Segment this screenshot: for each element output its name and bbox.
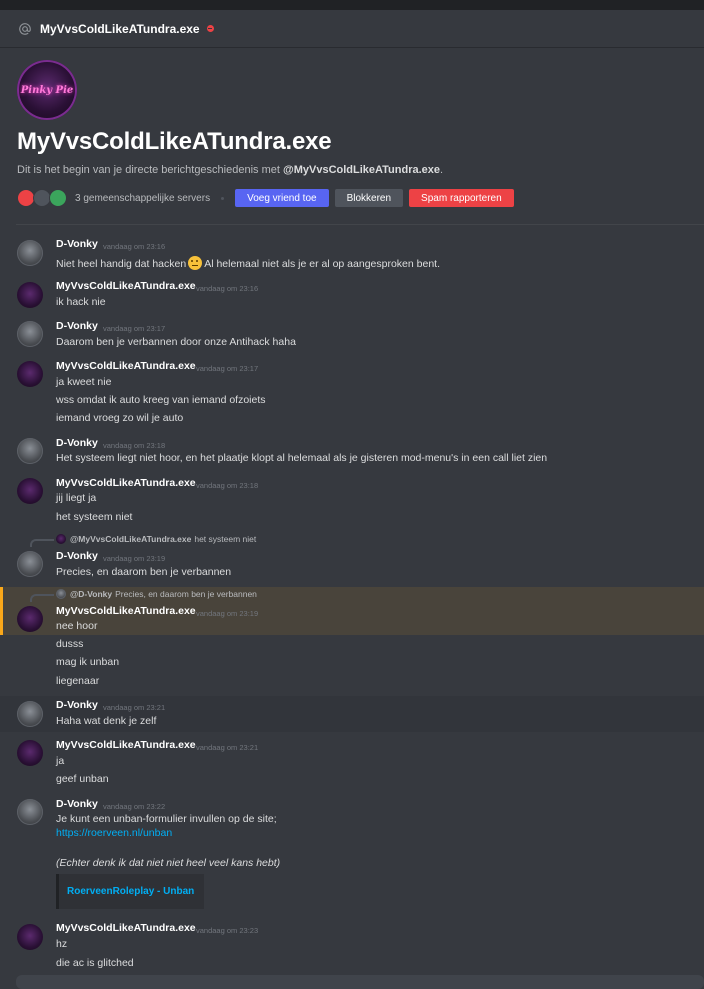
message-author[interactable]: MyVvsColdLikeATundra.exe (56, 739, 196, 751)
message-text: Haha wat denk je zelf (56, 715, 157, 727)
message-timestamp: vandaag om 23:21 (196, 743, 259, 752)
message-timestamp: vandaag om 23:17 (196, 364, 259, 373)
avatar[interactable] (17, 321, 43, 347)
message-text: Het systeem liegt niet hoor, en het plaa… (56, 452, 548, 464)
intro-divider (16, 224, 704, 225)
intro-username: MyVvsColdLikeATundra.exe (17, 128, 332, 155)
dm-intro: Pinky Pie MyVvsColdLikeATundra.exe Dit i… (17, 60, 697, 207)
message-text: mag ik unban (56, 656, 120, 668)
message-timestamp: vandaag om 23:17 (103, 324, 166, 333)
unban-link[interactable]: https://roerveen.nl/unban (56, 827, 172, 839)
message-author[interactable]: MyVvsColdLikeATundra.exe (56, 477, 196, 489)
message-author[interactable]: MyVvsColdLikeATundra.exe (56, 280, 196, 292)
message-text: dusss (56, 638, 84, 650)
message-timestamp: vandaag om 23:18 (103, 441, 166, 450)
avatar[interactable] (17, 701, 43, 727)
message-author[interactable]: MyVvsColdLikeATundra.exe (56, 605, 196, 617)
message-author[interactable]: MyVvsColdLikeATundra.exe (56, 922, 196, 934)
message-text: ja (56, 755, 65, 767)
avatar[interactable] (17, 551, 43, 577)
message-text: geef unban (56, 773, 109, 785)
intro-actions: 3 gemeenschappelijke servers Voeg vriend… (17, 189, 697, 207)
avatar[interactable] (17, 282, 43, 308)
message-text: Al helemaal niet als je er al op aangesp… (204, 258, 441, 270)
message-text: iemand vroeg zo wil je auto (56, 412, 184, 424)
message-text: Daarom ben je verbannen door onze Antiha… (56, 336, 296, 348)
message-author[interactable]: D-Vonky (56, 320, 98, 332)
message-author[interactable]: D-Vonky (56, 238, 98, 250)
mutual-server-icons[interactable] (17, 189, 67, 207)
message-author[interactable]: D-Vonky (56, 699, 98, 711)
message-timestamp: vandaag om 23:22 (103, 802, 166, 811)
message-text: Je kunt een unban-formulier invullen op … (56, 813, 277, 825)
at-icon (18, 22, 32, 36)
message-timestamp: vandaag om 23:19 (196, 609, 259, 618)
embed-title[interactable]: RoerveenRoleplay - Unban (67, 886, 194, 897)
dnd-status-icon (206, 25, 214, 32)
message-timestamp: vandaag om 23:23 (196, 926, 259, 935)
message-timestamp: vandaag om 23:21 (103, 703, 166, 712)
message-text: (Echter denk ik dat niet niet heel veel … (56, 857, 281, 869)
message-text: Niet heel handig dat hacken (56, 258, 187, 270)
window-top-strip (0, 0, 704, 10)
separator-dot (221, 196, 225, 200)
message-timestamp: vandaag om 23:16 (103, 242, 166, 251)
message-content: Niet heel handig dat hacken Al helemaal n… (56, 256, 440, 270)
avatar[interactable] (17, 438, 43, 464)
message-text: het systeem niet (56, 511, 133, 523)
message-text: die ac is glitched (56, 957, 134, 969)
message-text: ik hack nie (56, 296, 106, 308)
message-text: wss omdat ik auto kreeg van iemand ofzoi… (56, 394, 266, 406)
message-text: jij liegt ja (56, 492, 97, 504)
message-composer[interactable] (16, 975, 704, 989)
avatar[interactable] (17, 740, 43, 766)
mutual-servers-link[interactable]: 3 gemeenschappelijke servers (75, 193, 210, 204)
reply-text: Precies, en daarom ben je verbannen (115, 589, 257, 599)
add-friend-button[interactable]: Voeg vriend toe (235, 189, 329, 207)
message-text: nee hoor (56, 620, 98, 632)
reply-spine (30, 539, 54, 547)
reply-spine (30, 594, 54, 602)
server-icon[interactable] (49, 189, 67, 207)
message-author[interactable]: MyVvsColdLikeATundra.exe (56, 360, 196, 372)
confused-emoji-icon (188, 256, 203, 270)
message-text: ja kweet nie (56, 376, 112, 388)
message-author[interactable]: D-Vonky (56, 550, 98, 562)
reply-avatar (56, 589, 66, 599)
avatar[interactable] (17, 240, 43, 266)
reply-preview[interactable]: @MyVvsColdLikeATundra.exe het systeem ni… (56, 534, 256, 544)
reply-preview[interactable]: @D-Vonky Precies, en daarom ben je verba… (56, 589, 257, 599)
message-text: hz (56, 938, 68, 950)
avatar[interactable] (17, 799, 43, 825)
header-title[interactable]: MyVvsColdLikeATundra.exe (40, 22, 200, 36)
message-timestamp: vandaag om 23:16 (196, 284, 259, 293)
message-text: Precies, en daarom ben je verbannen (56, 566, 232, 578)
reply-author[interactable]: @D-Vonky (70, 589, 112, 599)
message-author[interactable]: D-Vonky (56, 798, 98, 810)
message-timestamp: vandaag om 23:19 (103, 554, 166, 563)
avatar[interactable] (17, 361, 43, 387)
intro-desc-user: @MyVvsColdLikeATundra.exe (282, 164, 441, 176)
reply-author[interactable]: @MyVvsColdLikeATundra.exe (70, 534, 191, 544)
avatar[interactable] (17, 606, 43, 632)
intro-desc-prefix: Dit is het begin van je directe berichtg… (17, 164, 283, 176)
report-spam-button[interactable]: Spam rapporteren (409, 189, 514, 207)
message-timestamp: vandaag om 23:18 (196, 481, 259, 490)
reply-avatar (56, 534, 66, 544)
link-embed: RoerveenRoleplay - Unban (56, 874, 204, 909)
intro-description: Dit is het begin van je directe berichtg… (17, 164, 697, 176)
avatar[interactable] (17, 924, 43, 950)
avatar[interactable] (17, 478, 43, 504)
message-text: liegenaar (56, 675, 100, 687)
message-author[interactable]: D-Vonky (56, 437, 98, 449)
reply-text: het systeem niet (194, 534, 257, 544)
profile-avatar[interactable]: Pinky Pie (17, 60, 77, 120)
block-button[interactable]: Blokkeren (334, 189, 404, 207)
dm-header: MyVvsColdLikeATundra.exe (0, 10, 704, 47)
intro-desc-suffix: . (440, 164, 444, 176)
